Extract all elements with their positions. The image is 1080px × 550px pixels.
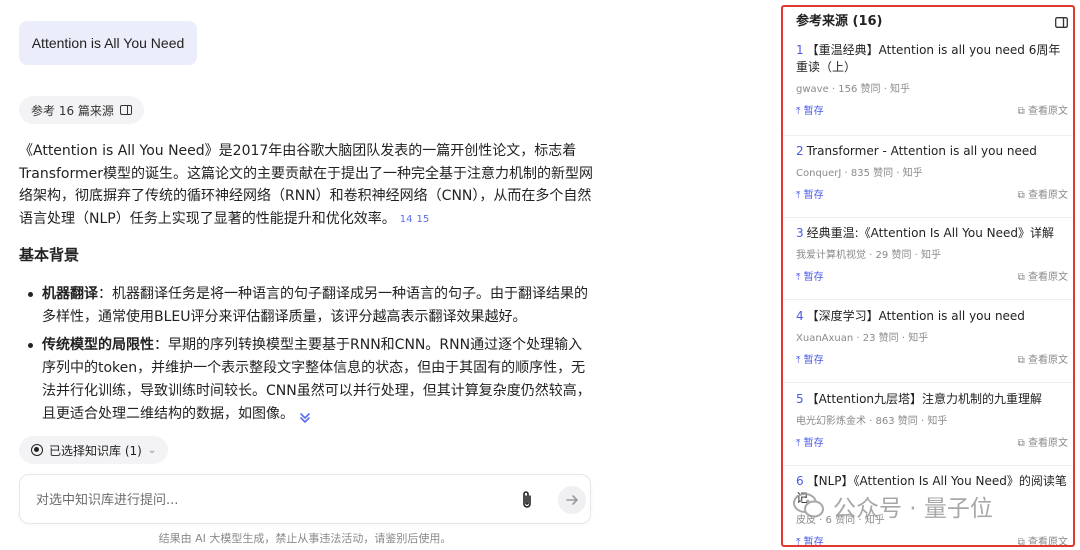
pin-icon: ⤒	[796, 106, 804, 117]
external-link-icon: ⧉	[1017, 272, 1028, 283]
source-title[interactable]: Transformer - Attention is all you need	[807, 144, 1037, 158]
external-link-icon: ⧉	[1017, 537, 1028, 547]
background-bullet-list: 机器翻译：机器翻译任务是将一种语言的句子翻译成另一种语言的句子。由于翻译结果的多…	[26, 283, 596, 431]
pin-icon: ⤒	[796, 272, 804, 283]
divider	[783, 382, 1073, 383]
external-link-icon: ⧉	[1017, 355, 1028, 366]
view-original-button[interactable]: ⧉ 查看原文	[1018, 102, 1068, 117]
sources-panel: 参考来源 (16) 1 【重温经典】Attention is all you ne…	[781, 5, 1075, 547]
pin-icon: ⤒	[796, 355, 804, 366]
answer-text: 《Attention is All You Need》是2017年由谷歌大脑团队…	[19, 143, 594, 227]
pin-button[interactable]: ⤒ 暂存	[796, 268, 824, 283]
bullet-term: 机器翻译	[42, 286, 98, 302]
source-item-6[interactable]: 6 【NLP】《Attention Is All You Need》的阅读笔记 皮…	[796, 473, 1068, 547]
references-toggle-chip[interactable]: 参考 16 篇来源	[19, 96, 144, 124]
user-query-bubble: Attention is All You Need	[19, 21, 197, 65]
answer-paragraph: 《Attention is All You Need》是2017年由谷歌大脑团队…	[19, 140, 594, 231]
source-title[interactable]: 【深度学习】Attention is all you need	[807, 309, 1025, 323]
bullet-text: ：机器翻译任务是将一种语言的句子翻译成另一种语言的句子。由于翻译结果的多样性，通…	[42, 286, 588, 325]
source-item-3[interactable]: 3 经典重温:《Attention Is All You Need》详解 我爱计算…	[796, 225, 1068, 284]
view-original-button[interactable]: ⧉ 查看原文	[1018, 268, 1068, 283]
pin-button[interactable]: ⤒ 暂存	[796, 186, 824, 201]
view-original-button[interactable]: ⧉ 查看原文	[1018, 186, 1068, 201]
view-original-button[interactable]: ⧉ 查看原文	[1017, 533, 1068, 547]
source-meta: 电光幻影炼金术 · 863 赞同 · 知乎	[796, 416, 948, 427]
view-original-button[interactable]: ⧉ 查看原文	[1018, 351, 1068, 366]
side-panel-icon	[119, 105, 132, 115]
knowledge-base-selector[interactable]: 已选择知识库 (1) ⌄	[19, 436, 169, 464]
references-count-label: 参考 16 篇来源	[31, 103, 114, 118]
source-item-1[interactable]: 1 【重温经典】Attention is all you need 6周年重读（上…	[796, 42, 1068, 118]
source-number: 3	[796, 226, 804, 240]
pin-icon: ⤒	[796, 190, 804, 201]
expand-more-icon[interactable]	[297, 411, 313, 427]
source-meta: 我爱计算机视觉 · 29 赞同 · 知乎	[796, 250, 941, 261]
pin-button[interactable]: ⤒ 暂存	[796, 533, 824, 547]
arrow-right-icon	[566, 495, 578, 505]
citation-15[interactable]: 15	[416, 214, 429, 225]
source-title[interactable]: 【NLP】《Attention Is All You Need》的阅读笔记	[796, 474, 1067, 505]
send-button[interactable]	[558, 486, 586, 514]
source-number: 6	[796, 474, 804, 488]
external-link-icon: ⧉	[1017, 106, 1028, 117]
source-meta: gwave · 156 赞同 · 知乎	[796, 84, 911, 95]
citation-14[interactable]: 14	[400, 214, 413, 225]
radio-selected-icon	[31, 444, 43, 456]
source-title[interactable]: 【重温经典】Attention is all you need 6周年重读（上）	[796, 43, 1060, 74]
section-heading-background: 基本背景	[19, 246, 80, 264]
divider	[783, 135, 1073, 136]
pin-icon: ⤒	[796, 438, 804, 449]
source-number: 2	[796, 144, 804, 158]
question-input-box	[19, 474, 591, 524]
bullet-item-machine-translation: 机器翻译：机器翻译任务是将一种语言的句子翻译成另一种语言的句子。由于翻译结果的多…	[26, 283, 596, 329]
ai-disclaimer: 结果由 AI 大模型生成，禁止从事违法活动，请鉴别后使用。	[158, 532, 452, 545]
divider	[783, 217, 1073, 218]
divider	[783, 299, 1073, 300]
source-item-4[interactable]: 4 【深度学习】Attention is all you need XuanAxu…	[796, 308, 1068, 367]
sources-panel-title: 参考来源 (16)	[796, 14, 883, 29]
source-number: 1	[796, 43, 804, 57]
source-meta: 皮皮 · 6 赞同 · 知乎	[796, 515, 885, 526]
source-title[interactable]: 【Attention九层塔】注意力机制的九重理解	[807, 392, 1042, 406]
source-number: 4	[796, 309, 804, 323]
question-input[interactable]	[36, 489, 506, 511]
external-link-icon: ⧉	[1017, 190, 1028, 201]
bullet-term: 传统模型的局限性	[42, 337, 154, 353]
collapse-panel-icon[interactable]	[1055, 13, 1068, 32]
source-number: 5	[796, 392, 804, 406]
source-title[interactable]: 经典重温:《Attention Is All You Need》详解	[807, 226, 1054, 240]
source-meta: XuanAxuan · 23 赞同 · 知乎	[796, 333, 929, 344]
attachment-clip-icon[interactable]	[518, 490, 536, 510]
source-item-2[interactable]: 2 Transformer - Attention is all you need…	[796, 143, 1068, 202]
pin-icon: ⤒	[796, 537, 804, 547]
knowledge-base-label: 已选择知识库 (1)	[49, 443, 142, 458]
view-original-button[interactable]: ⧉ 查看原文	[1018, 434, 1068, 449]
chevron-down-icon: ⌄	[147, 444, 157, 456]
pin-button[interactable]: ⤒ 暂存	[796, 351, 824, 366]
pin-button[interactable]: ⤒ 暂存	[796, 102, 824, 117]
pin-button[interactable]: ⤒ 暂存	[796, 434, 824, 449]
user-query-text: Attention is All You Need	[31, 35, 185, 51]
source-item-5[interactable]: 5 【Attention九层塔】注意力机制的九重理解 电光幻影炼金术 · 863 …	[796, 391, 1068, 450]
divider	[783, 465, 1073, 466]
external-link-icon: ⧉	[1017, 438, 1028, 449]
source-meta: ConquerJ · 835 赞同 · 知乎	[796, 168, 923, 179]
